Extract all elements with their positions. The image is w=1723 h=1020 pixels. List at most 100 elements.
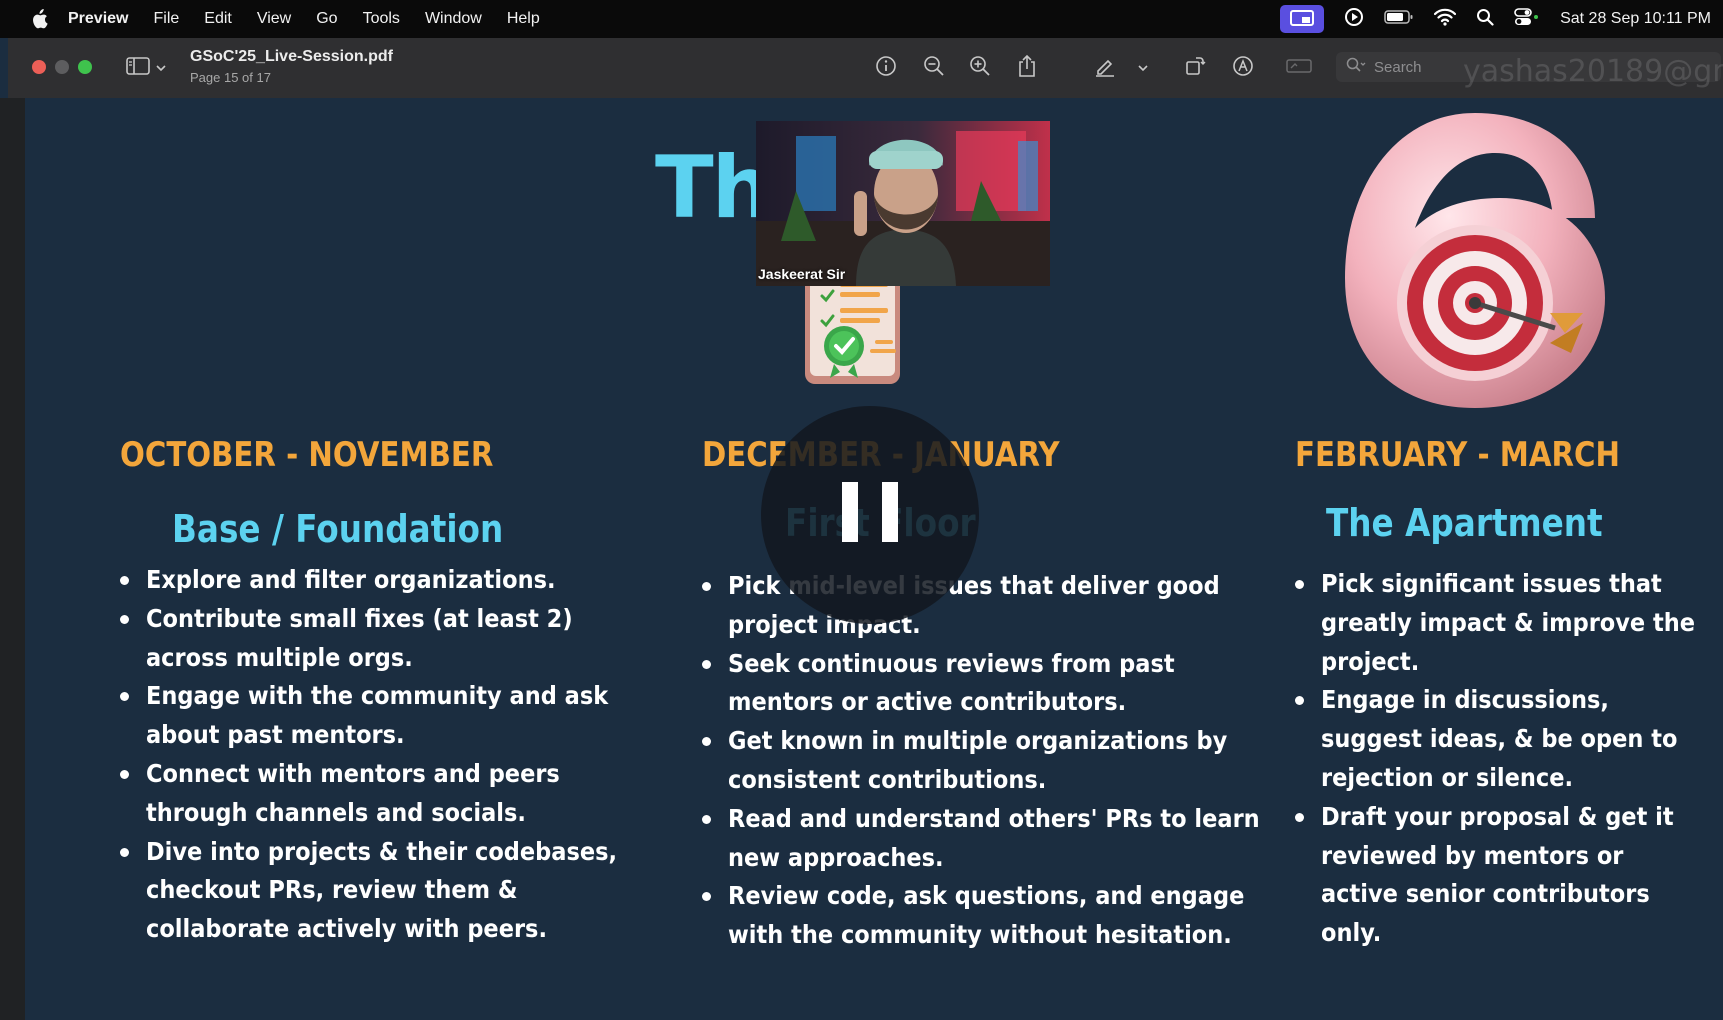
- search-placeholder: Search: [1374, 58, 1422, 76]
- menu-tools[interactable]: Tools: [363, 10, 400, 28]
- bullet-text-line: active senior contributors: [1321, 879, 1650, 909]
- bullet-item: Explore and filter organizations.: [120, 561, 640, 600]
- rotate-icon: [1184, 55, 1206, 82]
- bullet-text-line: Contribute small fixes (at least 2): [146, 603, 573, 633]
- zoom-out-button[interactable]: [919, 53, 949, 83]
- bullet-text-line: Dive into projects & their codebases,: [146, 836, 618, 866]
- pdf-page[interactable]: The Jaskeerat Sir OCTOBER - NOVEMBER Bas…: [25, 98, 1723, 1020]
- menu-app-preview[interactable]: Preview: [68, 10, 128, 28]
- menu-view[interactable]: View: [257, 10, 291, 28]
- chevron-down-icon: [156, 59, 166, 77]
- screen-share-icon[interactable]: [1280, 5, 1325, 33]
- chevron-down-icon: [1138, 59, 1148, 77]
- bullet-text-line: Connect with mentors and peers: [146, 758, 560, 788]
- bullet-item: Engage in discussions, suggest ideas, & b…: [1295, 681, 1715, 797]
- bullet-item: Seek continuous reviews from past mentors…: [702, 645, 1262, 723]
- document-title: GSoC'25_Live-Session.pdf: [190, 48, 393, 65]
- bullet-list: Explore and filter organizations. Contri…: [120, 561, 640, 949]
- page-indicator: Page 15 of 17: [190, 70, 271, 85]
- bullet-text-line: Explore and filter organizations.: [146, 565, 556, 594]
- participant-name-label: Jaskeerat Sir: [758, 266, 846, 282]
- zoom-in-button[interactable]: [965, 53, 995, 83]
- bullet-text-line: Seek continuous reviews from past: [728, 648, 1175, 678]
- bullet-text-line: checkout PRs, review them &: [146, 875, 518, 905]
- bullet-item: Engage with the community and ask about p…: [120, 677, 640, 755]
- bullet-text-line: Engage with the community and ask: [146, 681, 609, 711]
- form-fill-button[interactable]: [1284, 53, 1314, 83]
- pen-icon: [1094, 55, 1116, 82]
- bullet-text-line: with the community without hesitation.: [728, 920, 1232, 950]
- stage-heading: Base / Foundation: [172, 507, 504, 551]
- column-february-march: FEBRUARY - MARCH The Apartment Pick sign…: [1295, 435, 1715, 953]
- pause-button[interactable]: [761, 406, 979, 624]
- bullet-item: Get known in multiple organizations by co…: [702, 722, 1262, 800]
- menu-help[interactable]: Help: [507, 10, 540, 28]
- share-icon: [1017, 54, 1037, 83]
- dartboard-six-illustration: [1325, 108, 1665, 423]
- menu-bar: Preview File Edit View Go Tools Window H…: [0, 0, 1723, 38]
- markup-pen-button[interactable]: [1090, 53, 1120, 83]
- bullet-text-line: Engage in discussions,: [1321, 685, 1609, 715]
- info-icon: [875, 55, 897, 82]
- bullet-text-line: project.: [1321, 646, 1420, 676]
- control-center-icon[interactable]: [1514, 7, 1540, 31]
- window-left-edge: [0, 98, 25, 1020]
- window-toolbar: GSoC'25_Live-Session.pdf Page 15 of 17 S…: [8, 38, 1723, 99]
- bullet-text-line: suggest ideas, & be open to: [1321, 724, 1678, 754]
- bullet-text-line: Draft your proposal & get it: [1321, 801, 1674, 831]
- menu-file[interactable]: File: [153, 10, 179, 28]
- bullet-item: Pick significant issues that greatly impa…: [1295, 565, 1715, 681]
- bullet-text-line: through channels and socials.: [146, 797, 526, 827]
- video-call-thumbnail[interactable]: Jaskeerat Sir: [756, 121, 1050, 286]
- spotlight-search-icon[interactable]: [1476, 8, 1494, 31]
- search-icon: [1346, 57, 1366, 77]
- markup-options-button[interactable]: [1133, 53, 1153, 83]
- sidebar-toggle-button[interactable]: [126, 56, 174, 80]
- wifi-icon[interactable]: [1433, 8, 1457, 31]
- info-button[interactable]: [871, 53, 901, 83]
- close-window-button[interactable]: [32, 60, 46, 74]
- bullet-text-line: greatly impact & improve the: [1321, 607, 1696, 637]
- zoom-in-icon: [969, 55, 991, 82]
- apple-menu-icon[interactable]: [28, 8, 50, 30]
- menu-go[interactable]: Go: [316, 10, 337, 28]
- period-heading: FEBRUARY - MARCH: [1295, 435, 1620, 475]
- column-october-november: OCTOBER - NOVEMBER Base / Foundation Exp…: [120, 435, 640, 949]
- period-heading: OCTOBER - NOVEMBER: [120, 435, 494, 475]
- bullet-text-line: Read and understand others' PRs to learn: [728, 803, 1260, 833]
- bullet-text-line: Pick significant issues that: [1321, 569, 1662, 598]
- bullet-item: Review code, ask questions, and engage wi…: [702, 877, 1262, 955]
- bullet-text-line: about past mentors.: [146, 720, 405, 750]
- play-circle-icon[interactable]: [1344, 7, 1364, 32]
- bullet-text-line: reviewed by mentors or: [1321, 840, 1624, 870]
- stage-heading: The Apartment: [1326, 501, 1603, 545]
- bullet-list: Pick significant issues that greatly impa…: [1295, 565, 1715, 953]
- bullet-list: Pick mid-level issues that deliver good p…: [702, 567, 1262, 955]
- bullet-text-line: only.: [1321, 918, 1382, 948]
- menubar-status-area: Sat 28 Sep 10:11 PM: [1280, 0, 1711, 38]
- markup-circle-icon: [1232, 55, 1254, 82]
- bullet-text-line: mentors or active contributors.: [728, 687, 1127, 717]
- bullet-text-line: consistent contributions.: [728, 764, 1047, 794]
- share-button[interactable]: [1012, 53, 1042, 83]
- bullet-text-line: Get known in multiple organizations by: [728, 726, 1228, 756]
- presenter-video-frame: [756, 121, 1050, 286]
- rotate-button[interactable]: [1180, 53, 1210, 83]
- menu-edit[interactable]: Edit: [204, 10, 232, 28]
- bullet-item: Connect with mentors and peers through ch…: [120, 755, 640, 833]
- bullet-text-line: new approaches.: [728, 842, 944, 872]
- bullet-text-line: rejection or silence.: [1321, 762, 1574, 792]
- zoom-window-button[interactable]: [78, 60, 92, 74]
- sidebar-icon: [126, 56, 150, 80]
- menu-window[interactable]: Window: [425, 10, 482, 28]
- menubar-clock[interactable]: Sat 28 Sep 10:11 PM: [1560, 10, 1711, 28]
- annotate-button[interactable]: [1228, 53, 1258, 83]
- bullet-item: Draft your proposal & get it reviewed by …: [1295, 798, 1715, 953]
- bullet-text-line: Review code, ask questions, and engage: [728, 881, 1245, 911]
- battery-icon[interactable]: [1384, 9, 1414, 30]
- minimize-window-button[interactable]: [55, 60, 69, 74]
- bullet-item: Dive into projects & their codebases, che…: [120, 833, 640, 949]
- bullet-item: Read and understand others' PRs to learn…: [702, 800, 1262, 878]
- bullet-text-line: collaborate actively with peers.: [146, 914, 547, 944]
- bullet-item: Contribute small fixes (at least 2) acros…: [120, 600, 640, 678]
